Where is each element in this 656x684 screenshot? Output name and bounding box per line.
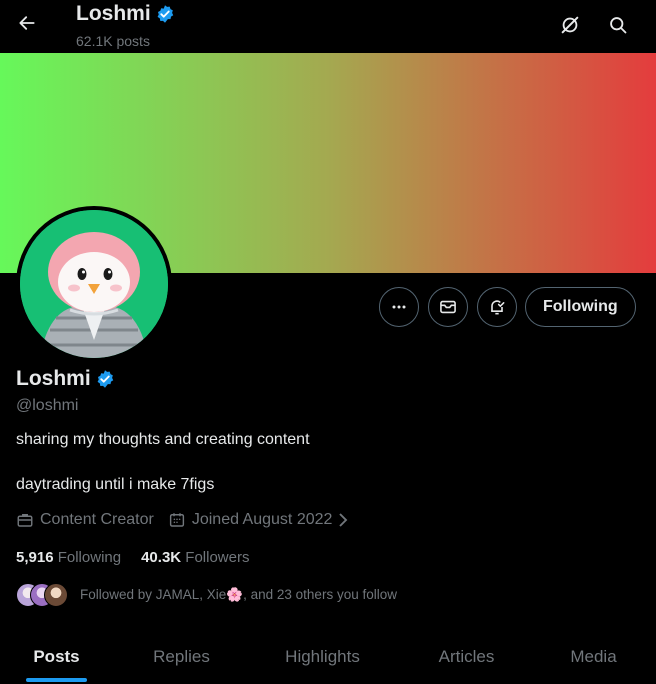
profile-category: Content Creator — [40, 511, 154, 528]
followers-count-link[interactable]: 40.3K Followers — [141, 549, 249, 566]
following-count: 5,916 — [16, 549, 54, 566]
mutual-avatar — [44, 583, 68, 607]
followed-by-row[interactable]: Followed by JAMAL, Xie🌸, and 23 others y… — [16, 582, 397, 608]
search-icon — [610, 17, 627, 34]
arrow-left-icon — [19, 16, 35, 30]
tab-articles[interactable]: Articles — [410, 630, 523, 684]
back-button[interactable] — [12, 8, 42, 38]
bio-line-2: daytrading until i make 7figs — [16, 476, 215, 493]
bell-check-icon — [491, 300, 505, 315]
active-tab-indicator — [26, 678, 87, 682]
tab-label: Posts — [33, 647, 80, 666]
tab-media[interactable]: Media — [537, 630, 650, 684]
header-posts-count: 62.1K posts — [76, 33, 150, 49]
calendar-icon — [169, 513, 184, 527]
following-count-link[interactable]: 5,916 Following — [16, 549, 121, 566]
profile-joined[interactable]: Joined August 2022 — [192, 511, 333, 529]
profile-meta-row: Content Creator Joined August 2022 — [16, 511, 350, 529]
mail-icon — [440, 300, 456, 314]
profile-display-name: Loshmi — [16, 367, 91, 390]
cherry-blossom-emoji: 🌸 — [226, 587, 244, 602]
followers-count: 40.3K — [141, 549, 182, 566]
mutual-avatars — [16, 582, 68, 608]
more-options-button[interactable] — [379, 287, 419, 327]
penguin-avatar-image — [20, 210, 168, 358]
search-button[interactable] — [603, 10, 633, 40]
chevron-right-icon[interactable] — [336, 512, 350, 528]
header-title: Loshmi — [76, 2, 175, 26]
tab-replies[interactable]: Replies — [125, 630, 238, 684]
message-button[interactable] — [428, 287, 468, 327]
tab-posts[interactable]: Posts — [0, 630, 113, 684]
followed-by-text: Followed by JAMAL, Xie🌸, and 23 others y… — [80, 587, 397, 603]
verified-badge-icon — [157, 5, 173, 23]
profile-handle: @loshmi — [16, 397, 79, 414]
grok-button[interactable] — [555, 10, 585, 40]
bio-line-1: sharing my thoughts and creating content — [16, 431, 310, 448]
tab-label: Articles — [438, 647, 495, 666]
top-bar: Loshmi 62.1K posts — [0, 0, 656, 53]
tab-label: Highlights — [285, 647, 360, 666]
tab-label: Media — [570, 647, 617, 666]
more-dots-icon — [392, 305, 406, 309]
tab-label: Replies — [153, 647, 210, 666]
following-label: Following — [57, 549, 122, 566]
notifications-button[interactable] — [477, 287, 517, 327]
header-display-name: Loshmi — [76, 2, 151, 25]
briefcase-icon — [17, 514, 33, 527]
tab-highlights[interactable]: Highlights — [266, 630, 379, 684]
following-button[interactable]: Following — [525, 287, 636, 327]
follow-counts: 5,916 Following 40.3K Followers — [16, 549, 249, 566]
followers-label: Followers — [185, 549, 250, 566]
grok-icon — [561, 16, 579, 34]
avatar[interactable] — [16, 206, 172, 362]
profile-name-row: Loshmi — [16, 367, 115, 391]
followed-by-prefix: Followed by JAMAL, Xie — [80, 587, 227, 602]
verified-badge-icon — [97, 370, 113, 388]
followed-by-suffix: , and 23 others you follow — [243, 587, 397, 602]
